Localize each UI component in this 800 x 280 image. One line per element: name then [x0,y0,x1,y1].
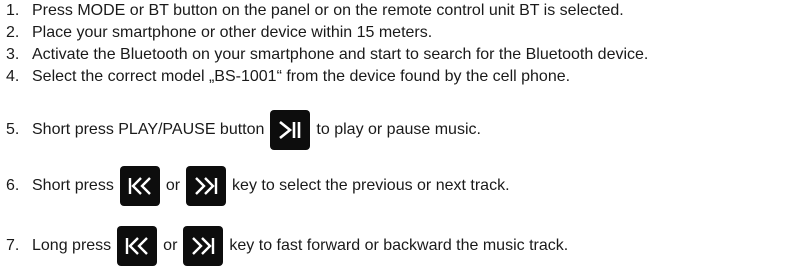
step-text-mid: or [163,237,178,254]
step-number: 6. [6,177,20,194]
step-number: 5. [6,121,20,138]
step-5: 5. Short press PLAY/PAUSE button to play… [6,110,481,150]
step-2: 2. Place your smartphone or other device… [6,24,432,42]
step-text-before: Short press [32,177,114,194]
step-number: 1. [6,2,20,19]
step-text-after: key to select the previous or next track… [232,177,510,194]
step-3: 3. Activate the Bluetooth on your smartp… [6,46,648,64]
previous-track-icon [119,166,160,206]
step-text-after: key to fast forward or backward the musi… [229,237,569,254]
step-1: 1. Press MODE or BT button on the panel … [6,2,624,20]
step-7: 7. Long press or key to fast forward or … [6,226,568,266]
step-number: 3. [6,46,20,63]
step-text: Press MODE or BT button on the panel or … [32,2,624,19]
step-text-after: to play or pause music. [316,121,481,138]
play-pause-icon [270,110,311,150]
next-track-icon [186,166,227,206]
instructions-page: 1. Press MODE or BT button on the panel … [0,0,800,280]
next-track-icon [183,226,224,266]
step-text-mid: or [165,177,181,194]
step-text: Select the correct model „BS-1001“ from … [32,68,571,85]
step-text: Place your smartphone or other device wi… [32,24,433,41]
step-number: 4. [6,68,20,85]
step-4: 4. Select the correct model „BS-1001“ fr… [6,68,570,86]
step-number: 7. [6,237,20,254]
step-text: Activate the Bluetooth on your smartphon… [32,46,649,63]
previous-track-icon [117,226,158,266]
step-text-before: Long press [32,237,112,254]
step-text-before: Short press PLAY/PAUSE button [32,121,265,138]
step-6: 6. Short press or key to select the prev… [6,166,510,206]
step-number: 2. [6,24,20,41]
